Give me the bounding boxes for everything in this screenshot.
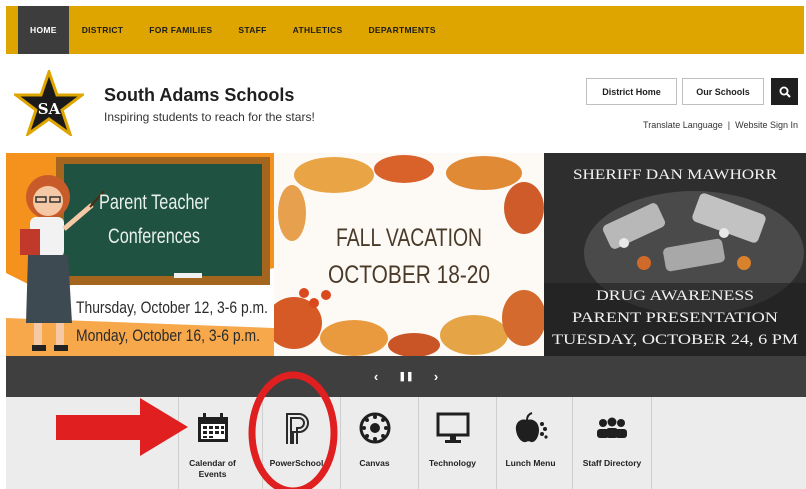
page: HOME DISTRICT FOR FAMILIES STAFF ATHLETI… xyxy=(0,0,806,489)
slide3-line2: PARENT PRESENTATION xyxy=(572,310,778,326)
calendar-icon xyxy=(195,410,231,446)
quicklink-canvas[interactable]: Canvas xyxy=(340,397,408,489)
quicklink-lunch-menu[interactable]: Lunch Menu xyxy=(496,397,564,489)
quicklink-label: Staff Directory xyxy=(582,458,642,468)
district-home-button[interactable]: District Home xyxy=(586,78,677,105)
nav-departments[interactable]: DEPARTMENTS xyxy=(355,6,448,54)
nav-athletics[interactable]: ATHLETICS xyxy=(280,6,356,54)
quicklink-label: Lunch Menu xyxy=(505,458,556,468)
nav-home[interactable]: HOME xyxy=(18,6,69,54)
quicklink-technology[interactable]: Technology xyxy=(418,397,486,489)
quicklink-calendar[interactable]: Calendar of Events xyxy=(178,397,246,489)
slide-drug-awareness[interactable]: SHERIFF DAN MAWHORR DRUG AWARENESS PAREN… xyxy=(544,153,806,356)
powerschool-icon xyxy=(279,410,315,446)
nav-for-families[interactable]: FOR FAMILIES xyxy=(136,6,225,54)
slide3-line3: TUESDAY, OCTOBER 24, 6 PM xyxy=(552,332,798,348)
utility-links: Translate Language | Website Sign In xyxy=(643,120,798,130)
search-button[interactable] xyxy=(771,78,798,105)
logo-text: SA xyxy=(38,100,61,118)
slide-fall-vacation[interactable]: FALL VACATION OCTOBER 18-20 xyxy=(274,153,544,356)
quicklink-powerschool[interactable]: PowerSchool xyxy=(262,397,330,489)
slide1-date2: Monday, October 16, 3-6 p.m. xyxy=(76,326,260,345)
slide3-line1: DRUG AWARENESS xyxy=(596,288,754,304)
site-title[interactable]: South Adams Schools xyxy=(104,85,294,106)
search-icon xyxy=(779,86,791,98)
conferences-graphic: Parent Teacher Conferences Thursday, Oct… xyxy=(6,153,274,356)
our-schools-button[interactable]: Our Schools xyxy=(682,78,764,105)
drug-awareness-graphic: SHERIFF DAN MAWHORR DRUG AWARENESS PAREN… xyxy=(544,153,806,356)
apple-icon xyxy=(513,410,549,446)
slide1-date1: Thursday, October 12, 3-6 p.m. xyxy=(76,298,268,317)
slide2-line2: OCTOBER 18-20 xyxy=(328,261,490,289)
sign-in-link[interactable]: Website Sign In xyxy=(735,120,798,130)
carousel-controls: ‹ ❚❚ › xyxy=(6,356,806,397)
main-nav: HOME DISTRICT FOR FAMILIES STAFF ATHLETI… xyxy=(6,6,804,54)
utility-separator: | xyxy=(727,120,731,130)
nav-district[interactable]: DISTRICT xyxy=(69,6,137,54)
people-icon xyxy=(594,410,630,446)
banner-carousel[interactable]: Parent Teacher Conferences Thursday, Oct… xyxy=(6,153,806,356)
carousel-next-button[interactable]: › xyxy=(428,369,444,384)
canvas-icon xyxy=(357,410,393,446)
fall-vacation-graphic: FALL VACATION OCTOBER 18-20 xyxy=(274,155,544,356)
quicklink-staff-directory[interactable]: Staff Directory xyxy=(572,397,652,489)
monitor-icon xyxy=(435,410,471,446)
quicklink-label: PowerSchool xyxy=(269,458,324,468)
slide1-line1: Parent Teacher xyxy=(99,191,209,214)
slide-conferences[interactable]: Parent Teacher Conferences Thursday, Oct… xyxy=(6,153,274,356)
school-logo[interactable]: SA xyxy=(11,67,87,138)
quick-links-bar: Calendar of Events PowerSchool Canvas Te… xyxy=(6,397,806,489)
nav-staff[interactable]: STAFF xyxy=(225,6,279,54)
slide3-title: SHERIFF DAN MAWHORR xyxy=(573,167,777,183)
carousel-pause-button[interactable]: ❚❚ xyxy=(398,371,414,382)
translate-link[interactable]: Translate Language xyxy=(643,120,723,130)
quicklink-label: Technology xyxy=(428,458,477,468)
site-tagline: Inspiring students to reach for the star… xyxy=(104,110,315,124)
quicklink-label: Canvas xyxy=(359,458,390,468)
carousel-prev-button[interactable]: ‹ xyxy=(368,369,384,384)
slide1-line2: Conferences xyxy=(108,225,200,248)
quicklink-label: Calendar of Events xyxy=(189,458,236,479)
slide2-line1: FALL VACATION xyxy=(336,224,482,252)
